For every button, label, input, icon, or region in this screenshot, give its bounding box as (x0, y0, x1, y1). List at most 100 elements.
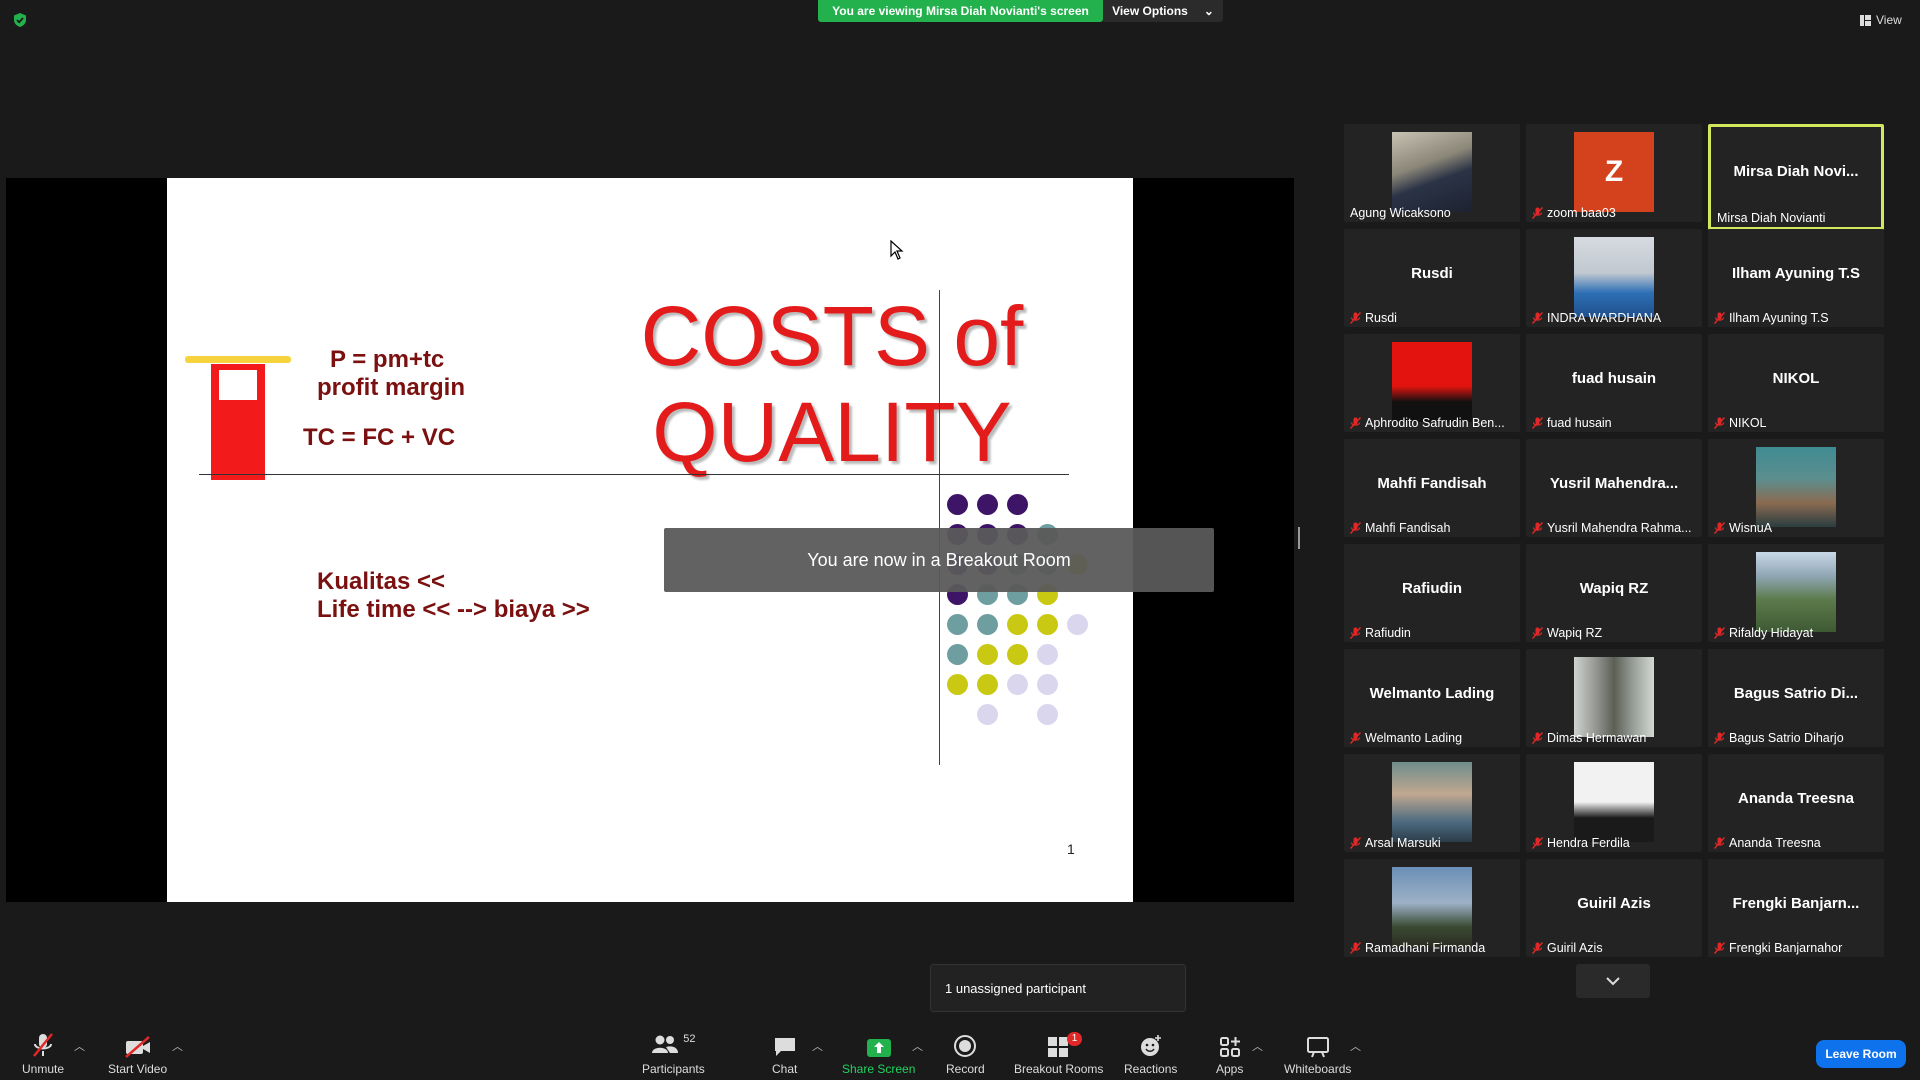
microphone-muted-icon (1350, 312, 1361, 324)
microphone-muted-icon (1714, 627, 1725, 639)
chat-options-caret[interactable]: ︿ (812, 1038, 823, 1054)
participant-tile[interactable]: Zzoom baa03 (1526, 124, 1702, 222)
grid-view-icon (1860, 14, 1871, 26)
participant-display-name: Yusril Mahendra... (1549, 475, 1679, 492)
breakout-rooms-badge: 1 (1066, 1032, 1083, 1046)
formula-total-cost: TC = FC + VC (303, 424, 456, 451)
gallery-next-page-button[interactable] (1576, 964, 1650, 998)
participant-photo (1392, 867, 1472, 947)
record-button[interactable]: Record (946, 1030, 985, 1076)
microphone-muted-icon (1714, 522, 1725, 534)
participant-name: Ramadhani Firmanda (1365, 941, 1486, 955)
reactions-button[interactable]: Reactions (1124, 1030, 1177, 1076)
panel-resize-handle[interactable] (1298, 527, 1300, 549)
slide-dot (1037, 704, 1058, 725)
chat-button[interactable]: Chat (772, 1030, 797, 1076)
participant-tile[interactable]: Ramadhani Firmanda (1344, 859, 1520, 957)
participant-tile[interactable]: NIKOL NIKOL (1708, 334, 1884, 432)
slide-dot (977, 644, 998, 665)
security-shield-icon[interactable] (12, 12, 28, 28)
breakout-rooms-button[interactable]: 1 Breakout Rooms (1014, 1030, 1103, 1076)
video-camera-off-icon (124, 1036, 150, 1058)
participants-button[interactable]: 52 Participants (642, 1030, 705, 1076)
participant-tile[interactable]: Ilham Ayuning T.S Ilham Ayuning T.S (1708, 229, 1884, 327)
microphone-muted-icon (1350, 732, 1361, 744)
video-options-caret[interactable]: ︿ (172, 1038, 183, 1054)
microphone-muted-icon (1532, 732, 1543, 744)
participant-name: Welmanto Lading (1365, 731, 1463, 745)
breakout-room-toast: You are now in a Breakout Room (664, 528, 1214, 592)
whiteboard-icon (1306, 1037, 1329, 1058)
microphone-muted-icon (1714, 942, 1725, 954)
microphone-muted-icon (1350, 627, 1361, 639)
participant-name-label: Mirsa Diah Novianti (1717, 211, 1825, 225)
participant-tile[interactable]: Agung Wicaksono (1344, 124, 1520, 222)
record-label: Record (946, 1062, 985, 1076)
participant-name-label: Rusdi (1350, 311, 1397, 325)
unmute-button[interactable]: Unmute (22, 1030, 64, 1076)
apps-options-caret[interactable]: ︿ (1252, 1038, 1263, 1054)
apps-label: Apps (1216, 1062, 1244, 1076)
leave-room-button[interactable]: Leave Room (1816, 1040, 1906, 1068)
participant-tile[interactable]: Frengki Banjarn... Frengki Banjarnahor (1708, 859, 1884, 957)
whiteboards-options-caret[interactable]: ︿ (1350, 1038, 1361, 1054)
share-options-caret[interactable]: ︿ (912, 1038, 923, 1054)
slide-dot (1007, 644, 1028, 665)
apps-button[interactable]: Apps (1216, 1030, 1243, 1076)
participant-display-name: Rafiudin (1402, 580, 1462, 597)
audio-options-caret[interactable]: ︿ (74, 1038, 85, 1054)
share-screen-button[interactable]: Share Screen (842, 1030, 915, 1076)
slide-title: COSTS of QUALITY (557, 288, 1107, 480)
microphone-muted-icon (1714, 312, 1725, 324)
participant-display-name: fuad husain (1571, 370, 1657, 387)
participant-name: Yusril Mahendra Rahma... (1547, 521, 1692, 535)
participant-name: Rafiudin (1365, 626, 1411, 640)
participant-name: INDRA WARDHANA (1547, 311, 1662, 325)
participant-tile[interactable]: Hendra Ferdila (1526, 754, 1702, 852)
participant-tile[interactable]: Aphrodito Safrudin Ben... (1344, 334, 1520, 432)
participant-tile[interactable]: Rifaldy Hidayat (1708, 544, 1884, 642)
view-options-button[interactable]: View Options ⌄ (1103, 0, 1223, 22)
participant-name-label: NIKOL (1714, 416, 1767, 430)
participant-tile[interactable]: Dimas Hermawan (1526, 649, 1702, 747)
participant-name: zoom baa03 (1547, 206, 1616, 220)
participant-name-label: Welmanto Lading (1350, 731, 1462, 745)
microphone-muted-icon (1532, 942, 1543, 954)
participant-tile[interactable]: WisnuA (1708, 439, 1884, 537)
participant-tile[interactable]: Mirsa Diah Novi... Mirsa Diah Novianti (1708, 124, 1884, 230)
participant-name: Hendra Ferdila (1547, 836, 1630, 850)
slide-dot (1007, 674, 1028, 695)
participant-tile[interactable]: Yusril Mahendra... Yusril Mahendra Rahma.… (1526, 439, 1702, 537)
participant-tile[interactable]: Wapiq RZ Wapiq RZ (1526, 544, 1702, 642)
slide-dot (977, 494, 998, 515)
view-button[interactable]: View (1860, 8, 1902, 32)
participant-name-label: Mahfi Fandisah (1350, 521, 1450, 535)
participant-tile[interactable]: fuad husain fuad husain (1526, 334, 1702, 432)
whiteboards-button[interactable]: Whiteboards (1284, 1030, 1351, 1076)
microphone-muted-icon (1350, 942, 1361, 954)
start-video-button[interactable]: Start Video (108, 1030, 167, 1076)
participant-name: Guiril Azis (1547, 941, 1603, 955)
participant-name: Dimas Hermawan (1547, 731, 1647, 745)
formula-price: P = pm+tc (330, 346, 445, 373)
slide-dot (977, 614, 998, 635)
unassigned-participant-popup[interactable]: 1 unassigned participant (930, 964, 1186, 1012)
participant-tile[interactable]: Rafiudin Rafiudin (1344, 544, 1520, 642)
participant-tile[interactable]: Arsal Marsuki (1344, 754, 1520, 852)
participant-tile[interactable]: Welmanto Lading Welmanto Lading (1344, 649, 1520, 747)
participant-tile[interactable]: Rusdi Rusdi (1344, 229, 1520, 327)
participant-name-label: Agung Wicaksono (1350, 206, 1451, 220)
participant-name-label: Ananda Treesna (1714, 836, 1821, 850)
participant-display-name: Frengki Banjarn... (1732, 895, 1860, 912)
participant-name: Mahfi Fandisah (1365, 521, 1451, 535)
microphone-muted-icon (1532, 627, 1543, 639)
participant-tile[interactable]: Bagus Satrio Di... Bagus Satrio Diharjo (1708, 649, 1884, 747)
avatar: Z (1574, 132, 1654, 212)
participant-tile[interactable]: Ananda Treesna Ananda Treesna (1708, 754, 1884, 852)
participant-display-name: Mirsa Diah Novi... (1733, 163, 1859, 180)
participant-tile[interactable]: Mahfi Fandisah Mahfi Fandisah (1344, 439, 1520, 537)
participants-label: Participants (642, 1062, 705, 1076)
participant-tile[interactable]: Guiril Azis Guiril Azis (1526, 859, 1702, 957)
participant-tile[interactable]: INDRA WARDHANA (1526, 229, 1702, 327)
unmute-label: Unmute (22, 1062, 65, 1076)
